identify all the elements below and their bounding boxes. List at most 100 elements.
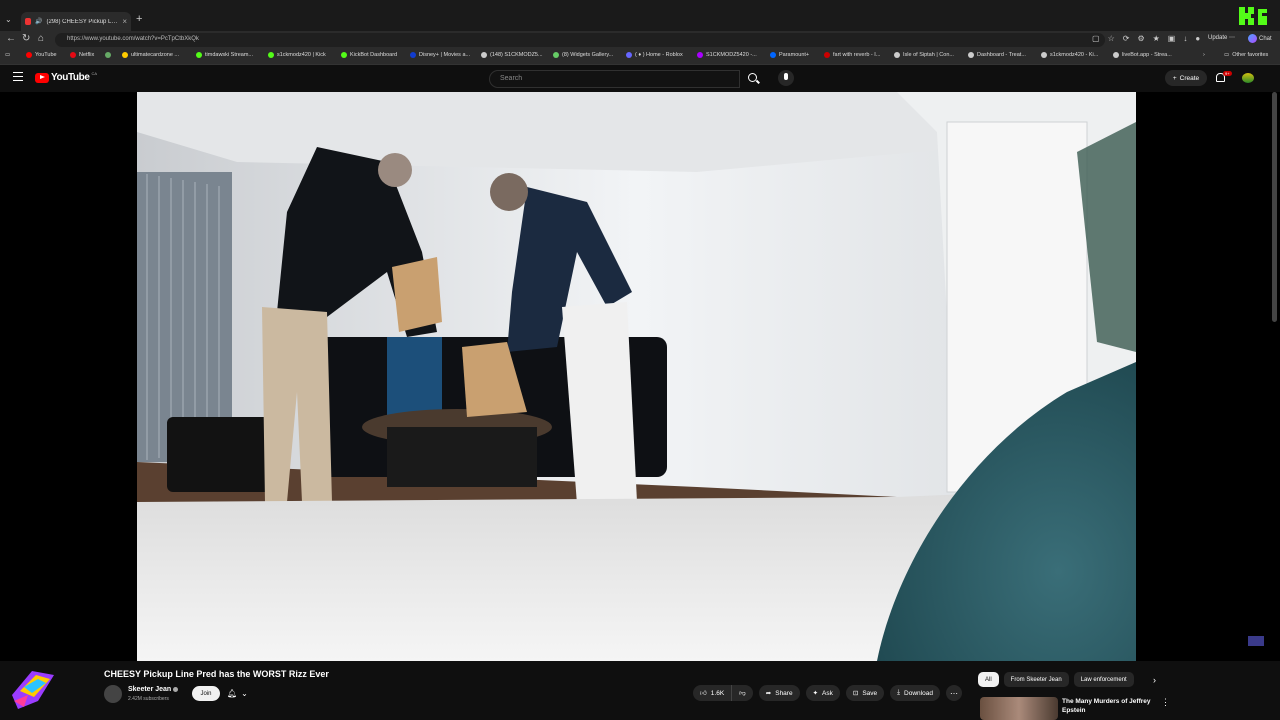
recommendation-chips: All From Skeeter Jean Law enforcement <box>978 672 1134 687</box>
favorite-item[interactable]: liveBot.app - Strea... <box>1113 52 1172 58</box>
home-icon[interactable]: ⌂ <box>38 33 44 44</box>
favorite-item[interactable]: Netflix <box>70 52 94 58</box>
url-field[interactable]: https://www.youtube.com/watch?v=PcTpCtbX… <box>55 33 1105 47</box>
downloads-icon[interactable]: ↓ <box>1183 34 1187 43</box>
youtube-logo-text: YouTube <box>51 72 90 83</box>
tab-close-icon[interactable]: × <box>122 17 127 26</box>
new-tab-button[interactable]: + <box>136 13 142 25</box>
video-frame <box>137 92 1136 661</box>
youtube-logo[interactable]: YouTube CA <box>35 71 98 83</box>
video-actions: 👍︎ 1.6K 👎︎ ➦ Share ✦ Ask ⊡ Save ⤓ Download ⋯ <box>693 685 962 701</box>
hamburger-menu-icon[interactable] <box>13 72 23 81</box>
country-code: CA <box>91 71 98 76</box>
copilot-chat-button[interactable]: Chat <box>1248 34 1272 43</box>
youtube-header: YouTube CA Search + Create 9+ <box>0 66 1280 92</box>
channel-avatar[interactable] <box>104 685 122 703</box>
chevron-down-icon: ⌄ <box>241 689 248 698</box>
download-icon: ⤓ <box>897 689 901 696</box>
favorite-item[interactable]: s1ckmodz420 | Kick <box>268 52 326 58</box>
like-button[interactable]: 👍︎ 1.6K <box>693 685 732 701</box>
like-dislike-group: 👍︎ 1.6K 👎︎ <box>693 685 753 701</box>
kick-logo-icon <box>1236 4 1270 28</box>
save-button[interactable]: ⊡ Save <box>845 685 885 701</box>
bell-icon: 🔔︎ <box>227 689 238 698</box>
search-icon[interactable] <box>748 73 757 82</box>
tab-title: (298) CHEESY Pickup Line Pre <box>46 18 119 25</box>
tab-list-chevron-icon[interactable]: ⌄ <box>5 15 12 24</box>
subscription-bell-button[interactable]: 🔔︎ ⌄ <box>227 686 257 701</box>
favorite-item[interactable]: S1CKMODZ5420 -... <box>697 52 757 58</box>
verified-icon <box>173 686 179 692</box>
favorite-item[interactable]: (148) S1CKMODZ5... <box>481 52 543 58</box>
chip-from-channel[interactable]: From Skeeter Jean <box>1003 672 1069 687</box>
favorites-menu-icon[interactable]: ▭ <box>5 52 10 58</box>
youtube-play-icon <box>35 72 49 83</box>
favorites-bar: ▭ YouTube Netflix ultimatecardzone ... t… <box>0 49 1280 65</box>
favorite-item[interactable]: Paramount+ <box>770 52 809 58</box>
reload-icon[interactable]: ↻ <box>22 33 30 44</box>
back-icon[interactable]: ← <box>6 33 16 44</box>
recommended-menu-icon[interactable]: ⋮ <box>1161 697 1170 708</box>
share-icon: ➦ <box>765 690 772 697</box>
video-title: CHEESY Pickup Line Pred has the WORST Ri… <box>104 669 329 679</box>
youtube-favicon-icon <box>25 18 31 25</box>
account-avatar[interactable] <box>1242 73 1254 83</box>
thumbs-up-icon: 👍︎ <box>700 690 707 697</box>
favorite-item[interactable]: ( ♦ ) Home - Roblox <box>626 52 683 58</box>
thumbs-down-icon: 👎︎ <box>739 690 746 697</box>
favorites-icon[interactable]: ★ <box>1153 34 1160 43</box>
copilot-icon <box>1248 34 1257 43</box>
video-metadata: CHEESY Pickup Line Pred has the WORST Ri… <box>0 661 1280 720</box>
ask-button[interactable]: ✦ Ask <box>805 685 840 701</box>
favorite-item[interactable]: Dashboard - Treat... <box>968 52 1026 58</box>
favorite-item[interactable]: ultimatecardzone ... <box>122 52 179 58</box>
notification-count-badge: 9+ <box>1223 71 1232 76</box>
subscriber-count: 2.42M subscribers <box>128 696 169 702</box>
collections-icon[interactable]: ▣ <box>1168 34 1176 43</box>
search-input[interactable]: Search <box>489 70 740 88</box>
favorite-item[interactable]: timdawski Stream... <box>196 52 253 58</box>
address-bar-icons: ▢ ☆ ⟳ ⚙ ★ ▣ ↓ ● <box>1092 34 1200 43</box>
voice-search-mic-icon[interactable] <box>778 70 794 86</box>
speaker-icon[interactable]: 🔊 <box>35 18 42 25</box>
sparkle-icon: ✦ <box>812 690 819 697</box>
plus-icon: + <box>1172 74 1177 82</box>
other-favorites-folder[interactable]: ▭ Other favorites <box>1224 52 1268 58</box>
favorite-item[interactable]: fart with reverb - I... <box>824 52 880 58</box>
page-scrollbar[interactable] <box>1272 92 1277 322</box>
favorite-item[interactable]: Disney+ | Movies a... <box>410 52 470 58</box>
channel-name[interactable]: Skeeter Jean <box>128 686 179 693</box>
video-player[interactable] <box>137 92 1136 661</box>
chip-all[interactable]: All <box>978 672 999 687</box>
share-button[interactable]: ➦ Share <box>758 685 800 701</box>
favorite-item[interactable]: YouTube <box>26 52 57 58</box>
profile-icon[interactable]: ● <box>1195 34 1200 43</box>
dislike-button[interactable]: 👎︎ <box>731 685 753 701</box>
more-actions-icon[interactable]: ⋯ <box>945 685 962 701</box>
bookmark-icon: ⊡ <box>852 690 859 697</box>
channel-logo-art <box>12 671 54 709</box>
download-button[interactable]: ⤓ Download <box>890 685 940 701</box>
update-button[interactable]: Update ⋯ <box>1208 34 1235 41</box>
create-button[interactable]: + Create <box>1165 70 1207 86</box>
recommended-title[interactable]: The Many Murders of Jeffrey Epstein <box>1062 697 1154 715</box>
reader-icon[interactable]: ▢ <box>1092 34 1100 43</box>
browser-tab-youtube[interactable]: 🔊 (298) CHEESY Pickup Line Pre × <box>21 12 131 31</box>
player-letterbox-right <box>1136 92 1280 661</box>
favorite-item[interactable]: (8) Widgets Gallery... <box>553 52 613 58</box>
chip-law-enforcement[interactable]: Law enforcement <box>1073 672 1134 687</box>
recommended-thumbnail[interactable] <box>980 697 1058 720</box>
favorites-overflow-chevron-icon[interactable]: › <box>1203 52 1205 58</box>
join-button[interactable]: Join <box>192 686 220 701</box>
favorite-item[interactable]: KickBot Dashboard <box>341 52 397 58</box>
channel-watermark-icon[interactable] <box>1248 636 1264 646</box>
refresh-extension-icon[interactable]: ⟳ <box>1123 34 1130 43</box>
favorite-star-icon[interactable]: ☆ <box>1108 34 1115 43</box>
extensions-icon[interactable]: ⚙ <box>1137 34 1144 43</box>
player-letterbox-left <box>0 92 137 661</box>
favorite-item-icon-only[interactable] <box>105 52 111 58</box>
favorite-item[interactable]: Isle of Siptah | Con... <box>894 52 954 58</box>
chips-next-chevron-icon[interactable]: › <box>1153 675 1156 685</box>
browser-tab-strip: ⌄ 🔊 (298) CHEESY Pickup Line Pre × + <box>0 0 1280 31</box>
favorite-item[interactable]: s1ckmodz420 - Ki... <box>1041 52 1098 58</box>
